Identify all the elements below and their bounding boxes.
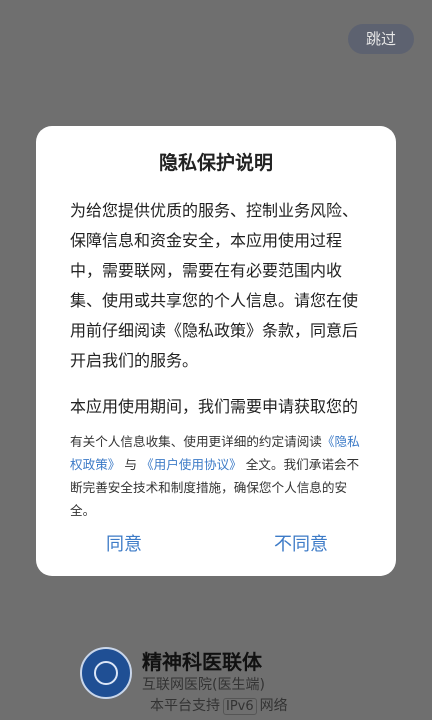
ipv6-support-text: 本平台支持 IPv6 网络: [150, 695, 288, 715]
app-branding: 精神科医联体 互联网医院(医生端) 本平台支持 IPv6 网络: [80, 643, 340, 715]
hospital-logo-icon: [80, 647, 132, 699]
note-text: 有关个人信息收集、使用更详细的约定请阅读: [70, 434, 322, 449]
privacy-note: 有关个人信息收集、使用更详细的约定请阅读《隐私权政策》 与 《用户使用协议》 全…: [70, 430, 370, 522]
ipv6-suffix: 网络: [259, 698, 288, 714]
disagree-button[interactable]: 不同意: [274, 530, 328, 556]
agree-button[interactable]: 同意: [106, 530, 142, 556]
dialog-title: 隐私保护说明: [158, 152, 273, 174]
app-title: 精神科医联体: [142, 650, 262, 674]
user-agreement-link[interactable]: 《用户使用协议》: [141, 457, 242, 472]
privacy-paragraph: 本应用使用期间，我们需要申请获取您的系统权限，我们将在首次调用时逐项: [70, 397, 359, 416]
privacy-text-scroll[interactable]: 为给您提供优质的服务、控制业务风险、保障信息和资金安全，本应用使用过程中，需要联…: [70, 196, 364, 424]
privacy-dialog: 隐私保护说明 为给您提供优质的服务、控制业务风险、保障信息和资金安全，本应用使用…: [36, 126, 396, 576]
ipv6-prefix: 本平台支持: [150, 698, 220, 714]
privacy-paragraph: 为给您提供优质的服务、控制业务风险、保障信息和资金安全，本应用使用过程中，需要联…: [70, 201, 359, 370]
skip-button[interactable]: 跳过: [348, 24, 414, 54]
app-subtitle: 互联网医院(医生端): [142, 677, 265, 693]
ipv6-badge: IPv6: [223, 698, 257, 715]
note-text: 与: [124, 457, 137, 472]
